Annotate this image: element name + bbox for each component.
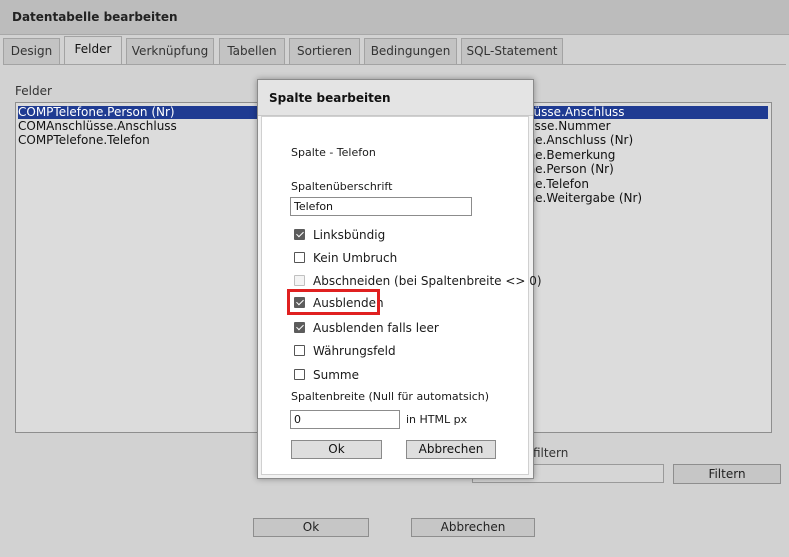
checkbox-label: Abschneiden (bei Spaltenbreite <> 0) <box>313 274 542 288</box>
checkbox-label: Ausblenden falls leer <box>313 321 439 335</box>
dialog-ok-button[interactable]: Ok <box>291 440 382 459</box>
tab-bedingungen[interactable]: Bedingungen <box>364 38 457 64</box>
list-item[interactable]: chlüsse.Anschluss <box>516 106 768 119</box>
cancel-button[interactable]: Abbrechen <box>411 518 535 537</box>
width-unit-label: in HTML px <box>406 413 468 426</box>
checkbox-disabled-icon <box>294 275 305 286</box>
header-label: Spaltenüberschrift <box>291 180 393 193</box>
window-titlebar: Datentabelle bearbeiten <box>0 0 789 35</box>
dialog-titlebar: Spalte bearbeiten <box>258 80 533 116</box>
checkbox-label: Summe <box>313 368 359 382</box>
dialog-title: Spalte bearbeiten <box>269 91 391 105</box>
checkbox-label: Kein Umbruch <box>313 251 398 265</box>
checkbox-checked-icon[interactable] <box>294 229 305 240</box>
width-input[interactable] <box>290 410 400 429</box>
checkbox-unchecked-icon[interactable] <box>294 345 305 356</box>
header-input[interactable] <box>290 197 472 216</box>
ok-button[interactable]: Ok <box>253 518 369 537</box>
width-label: Spaltenbreite (Null für automatsich) <box>291 390 490 403</box>
tab-sortieren[interactable]: Sortieren <box>289 38 360 64</box>
checkbox-unchecked-icon[interactable] <box>294 369 305 380</box>
list-item[interactable]: COMAnschlüsse.Anschluss <box>18 120 177 133</box>
dialog-cancel-button[interactable]: Abbrechen <box>406 440 496 459</box>
window-title: Datentabelle bearbeiten <box>12 10 178 24</box>
list-item[interactable]: COMPTelefone.Person (Nr) <box>18 106 258 119</box>
tab-bar: Design Felder Verknüpfung Tabellen Sorti… <box>0 36 789 65</box>
checkbox-label: Währungsfeld <box>313 344 396 358</box>
list-item[interactable]: COMPTelefone.Telefon <box>18 134 150 147</box>
filter-label: filtern <box>533 446 569 460</box>
checkbox-checked-icon[interactable] <box>294 322 305 333</box>
tab-sql-statement[interactable]: SQL-Statement <box>461 38 563 64</box>
filter-button[interactable]: Filtern <box>673 464 781 484</box>
list-item[interactable]: fone.Weitergabe (Nr) <box>516 192 642 205</box>
tab-felder[interactable]: Felder <box>64 36 122 65</box>
felder-label: Felder <box>15 84 52 98</box>
column-name-label: Spalte - Telefon <box>291 146 376 159</box>
app-root: Datentabelle bearbeiten Design Felder Ve… <box>0 0 789 557</box>
tab-design[interactable]: Design <box>3 38 60 64</box>
tab-verknuepfung[interactable]: Verknüpfung <box>126 38 214 64</box>
checkbox-unchecked-icon[interactable] <box>294 252 305 263</box>
highlight-box <box>287 289 380 315</box>
checkbox-label: Linksbündig <box>313 228 386 242</box>
tab-tabellen[interactable]: Tabellen <box>219 38 285 64</box>
